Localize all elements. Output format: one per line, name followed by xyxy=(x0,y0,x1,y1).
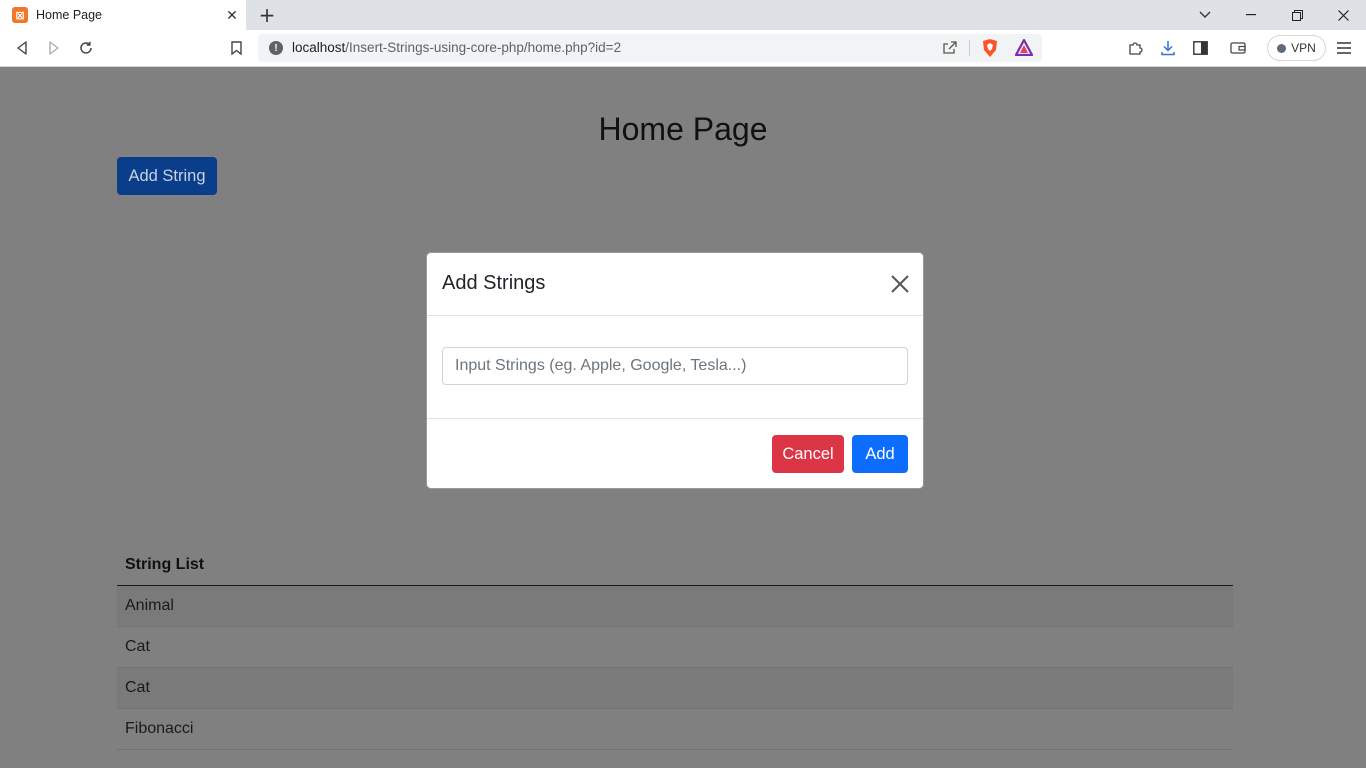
cancel-button[interactable]: Cancel xyxy=(772,435,844,473)
add-button[interactable]: Add xyxy=(852,435,908,473)
restore-window-icon[interactable] xyxy=(1274,0,1320,30)
add-string-button[interactable]: Add String xyxy=(117,157,217,195)
strings-input[interactable] xyxy=(442,347,908,385)
brave-rewards-icon[interactable] xyxy=(1014,38,1034,61)
new-tab-button[interactable]: + xyxy=(256,3,278,27)
site-info-icon[interactable]: ! xyxy=(269,41,283,55)
vpn-label: VPN xyxy=(1291,41,1316,55)
extensions-icon[interactable] xyxy=(1123,37,1147,59)
modal-body xyxy=(427,316,923,419)
reload-icon[interactable] xyxy=(74,37,98,59)
url-host: localhost xyxy=(292,40,346,55)
string-list-table: String List Animal Cat Cat Fibonacci xyxy=(117,545,1233,750)
url-text: localhost/Insert-Strings-using-core-php/… xyxy=(292,40,621,55)
address-bar[interactable]: ! localhost/Insert-Strings-using-core-ph… xyxy=(258,34,1042,62)
list-item: Cat xyxy=(117,627,1233,668)
page-title: Home Page xyxy=(598,111,768,147)
browser-tab-active[interactable]: ⊠ Home Page ✕ xyxy=(0,0,246,30)
xampp-favicon-icon: ⊠ xyxy=(12,7,28,23)
address-bar-divider xyxy=(969,40,970,56)
list-item: Fibonacci xyxy=(117,709,1233,750)
tab-title: Home Page xyxy=(36,8,103,22)
menu-icon[interactable] xyxy=(1332,37,1356,59)
close-window-icon[interactable] xyxy=(1320,0,1366,30)
string-list-header: String List xyxy=(117,545,1233,586)
forward-icon[interactable] xyxy=(42,37,66,59)
back-icon[interactable] xyxy=(10,37,34,59)
tab-search-chevron-icon[interactable] xyxy=(1182,0,1228,30)
sidebar-icon[interactable] xyxy=(1188,37,1212,59)
wallet-icon[interactable] xyxy=(1226,37,1250,59)
list-item: Cat xyxy=(117,668,1233,709)
vpn-status-icon xyxy=(1277,43,1287,53)
add-strings-modal: Add Strings Cancel Add xyxy=(426,252,924,489)
close-icon[interactable] xyxy=(889,273,911,295)
share-icon[interactable] xyxy=(942,40,958,60)
minimize-window-icon[interactable] xyxy=(1228,0,1274,30)
list-item: Animal xyxy=(117,586,1233,627)
url-path: /Insert-Strings-using-core-php/home.php?… xyxy=(345,40,622,55)
downloads-icon[interactable] xyxy=(1156,37,1180,59)
modal-title: Add Strings xyxy=(442,272,546,294)
vpn-button[interactable]: VPN xyxy=(1267,35,1326,61)
browser-tab-bar: ⊠ Home Page ✕ + xyxy=(0,0,1366,30)
tab-close-icon[interactable]: ✕ xyxy=(224,7,240,23)
modal-header: Add Strings xyxy=(427,253,923,316)
brave-shields-icon[interactable] xyxy=(981,38,999,63)
bookmark-icon[interactable] xyxy=(224,37,248,59)
browser-toolbar: ! localhost/Insert-Strings-using-core-ph… xyxy=(0,30,1366,67)
modal-footer: Cancel Add xyxy=(427,419,923,490)
